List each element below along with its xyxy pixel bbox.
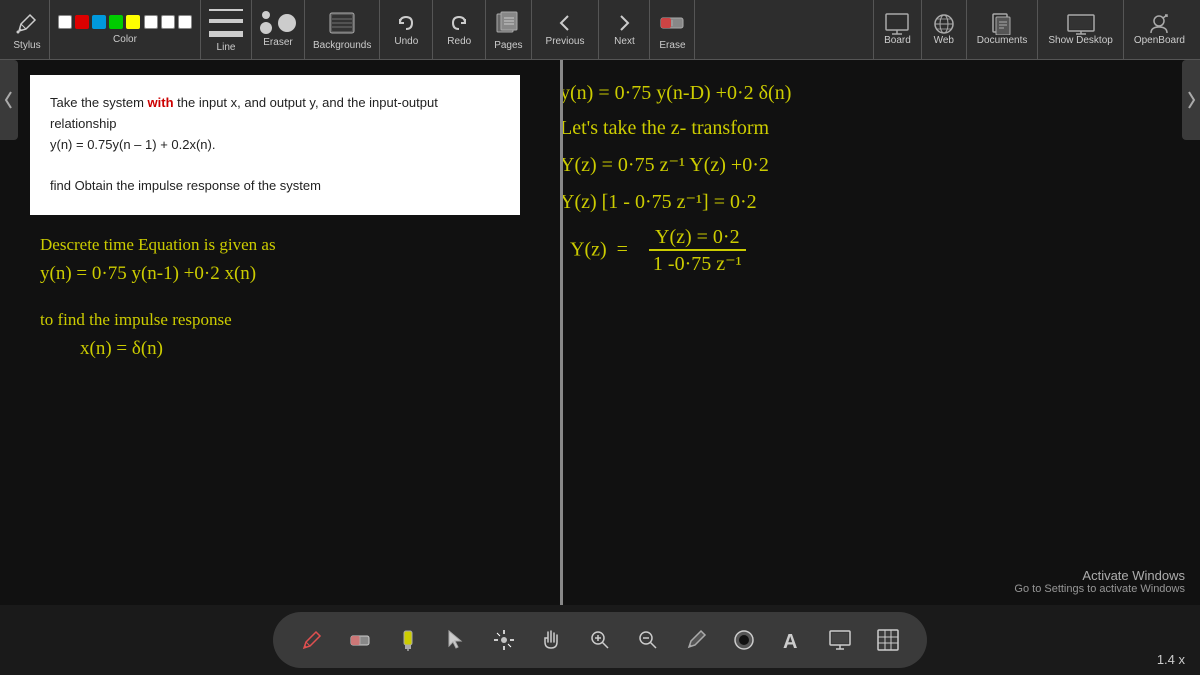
fraction-container: Y(z) = 0·2 1 -0·75 z⁻¹ bbox=[647, 226, 748, 276]
previous-group: Previous bbox=[532, 0, 600, 59]
hw-right-line3: Y(z) = 0·75 z⁻¹ Y(z) +0·2 bbox=[560, 152, 1180, 177]
zoom-out-tool[interactable] bbox=[629, 621, 667, 659]
stylus-label: Stylus bbox=[13, 40, 40, 51]
sidebar-toggle-right[interactable] bbox=[1182, 60, 1200, 140]
line-thick[interactable] bbox=[209, 31, 243, 37]
handwritten-left: Descrete time Equation is given as y(n) … bbox=[30, 235, 520, 360]
stylus-group: Stylus bbox=[5, 0, 50, 59]
line-label: Line bbox=[217, 42, 236, 53]
bottom-toolbar: A bbox=[0, 605, 1200, 675]
erase-label: Erase bbox=[659, 40, 685, 51]
color-red[interactable] bbox=[75, 15, 89, 29]
color-white[interactable] bbox=[58, 15, 72, 29]
eraser-group: Eraser bbox=[252, 0, 305, 59]
pages-label: Pages bbox=[494, 40, 522, 51]
line-thin[interactable] bbox=[209, 9, 243, 11]
eraser-label: Eraser bbox=[263, 37, 292, 48]
line-medium[interactable] bbox=[209, 19, 243, 23]
screen-tool[interactable] bbox=[821, 621, 859, 659]
hw-right-line4: Y(z) [1 - 0·75 z⁻¹] = 0·2 bbox=[560, 189, 1180, 214]
color-icons bbox=[58, 15, 192, 31]
eraser-tool-bottom[interactable] bbox=[341, 621, 379, 659]
pages-icon[interactable] bbox=[494, 9, 522, 37]
line-group: Line bbox=[201, 0, 252, 59]
backgrounds-group: Backgrounds bbox=[305, 0, 380, 59]
color-blue[interactable] bbox=[92, 15, 106, 29]
eraser-dot-large[interactable] bbox=[278, 14, 296, 32]
activate-subtitle: Go to Settings to activate Windows bbox=[1014, 583, 1185, 595]
color-white4[interactable] bbox=[178, 15, 192, 29]
right-panel: y(n) = 0·75 y(n-D) +0·2 δ(n) Let's take … bbox=[540, 60, 1200, 605]
hw-right-line2: Let's take the z- transform bbox=[560, 117, 1180, 140]
documents-tool[interactable]: Documents bbox=[966, 0, 1038, 59]
sidebar-toggle-left[interactable] bbox=[0, 60, 18, 140]
previous-button[interactable]: Previous bbox=[540, 4, 591, 55]
laser-tool[interactable] bbox=[485, 621, 523, 659]
left-panel: Take the system with the input x, and ou… bbox=[0, 60, 540, 605]
color-group: Color bbox=[50, 0, 201, 59]
pages-group: Pages bbox=[486, 0, 531, 59]
svg-text:A: A bbox=[783, 631, 797, 652]
color-label: Color bbox=[113, 34, 137, 45]
grid-tool[interactable] bbox=[869, 621, 907, 659]
top-toolbar: Stylus Color Line bbox=[0, 0, 1200, 60]
board-tool[interactable]: Board bbox=[873, 0, 921, 59]
problem-line2: relationship bbox=[50, 114, 500, 135]
text-tool[interactable]: A bbox=[773, 621, 811, 659]
eraser-dot-small[interactable] bbox=[262, 11, 270, 19]
bottom-tools-container: A bbox=[273, 612, 927, 668]
hw-right-fraction: Y(z) = Y(z) = 0·2 1 -0·75 z⁻¹ bbox=[570, 226, 1180, 276]
fraction-numerator: Y(z) = 0·2 bbox=[649, 226, 746, 251]
erase-icon[interactable] bbox=[658, 9, 686, 37]
color-yellow[interactable] bbox=[126, 15, 140, 29]
eraser-dot-medium[interactable] bbox=[260, 22, 272, 34]
handwritten-right: y(n) = 0·75 y(n-D) +0·2 δ(n) Let's take … bbox=[560, 82, 1180, 276]
backgrounds-label: Backgrounds bbox=[313, 40, 371, 51]
erase-group: Erase bbox=[650, 0, 695, 59]
problem-find: find Obtain the impulse response of the … bbox=[50, 176, 500, 197]
circle-tool[interactable] bbox=[725, 621, 763, 659]
undo-button[interactable]: Undo bbox=[388, 4, 424, 55]
hw-left-line4: x(n) = δ(n) bbox=[80, 338, 510, 360]
backgrounds-icon[interactable] bbox=[328, 9, 356, 37]
zoom-in-tool[interactable] bbox=[581, 621, 619, 659]
next-group: Next bbox=[599, 0, 650, 59]
redo-button[interactable]: Redo bbox=[441, 4, 477, 55]
color-row-1 bbox=[58, 15, 140, 29]
openboard-tool[interactable]: OpenBoard bbox=[1123, 0, 1195, 59]
color-white3[interactable] bbox=[161, 15, 175, 29]
hw-right-line1: y(n) = 0·75 y(n-D) +0·2 δ(n) bbox=[560, 82, 1180, 105]
main-area: Take the system with the input x, and ou… bbox=[0, 60, 1200, 605]
highlight-with: with bbox=[148, 95, 174, 110]
hand-tool[interactable] bbox=[533, 621, 571, 659]
right-tools: Board Web Documents bbox=[873, 0, 1195, 59]
highlighter-tool[interactable] bbox=[389, 621, 427, 659]
redo-group: Redo bbox=[433, 0, 486, 59]
fraction-lhs: Y(z) = bbox=[570, 239, 638, 261]
fraction-denominator: 1 -0·75 z⁻¹ bbox=[647, 251, 748, 276]
web-tool[interactable]: Web bbox=[921, 0, 966, 59]
select-pen-tool[interactable] bbox=[677, 621, 715, 659]
hw-left-line1: Descrete time Equation is given as bbox=[40, 235, 510, 255]
pointer-tool[interactable] bbox=[437, 621, 475, 659]
stylus-icon[interactable] bbox=[13, 9, 41, 37]
problem-equation: y(n) = 0.75y(n – 1) + 0.2x(n). bbox=[50, 135, 500, 156]
pen-tool[interactable] bbox=[293, 621, 331, 659]
show-desktop-tool[interactable]: Show Desktop bbox=[1037, 0, 1122, 59]
color-white2[interactable] bbox=[144, 15, 158, 29]
color-green[interactable] bbox=[109, 15, 123, 29]
problem-line1: Take the system with the input x, and ou… bbox=[50, 93, 500, 114]
next-button[interactable]: Next bbox=[607, 4, 641, 55]
activate-title: Activate Windows bbox=[1014, 568, 1185, 583]
problem-text-box: Take the system with the input x, and ou… bbox=[30, 75, 520, 215]
activate-windows-notice: Activate Windows Go to Settings to activ… bbox=[1014, 568, 1185, 595]
content-divider bbox=[560, 60, 563, 605]
hw-left-line2: y(n) = 0·75 y(n-1) +0·2 x(n) bbox=[40, 263, 510, 285]
undo-group: Undo bbox=[380, 0, 433, 59]
hw-left-line3: to find the impulse response bbox=[40, 310, 510, 330]
color-row-2 bbox=[144, 15, 192, 29]
